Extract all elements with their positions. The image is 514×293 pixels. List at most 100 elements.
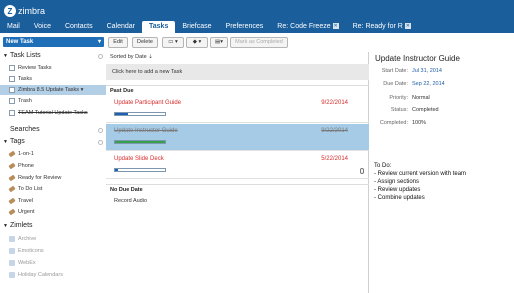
group-no-due-date: No Due Date xyxy=(106,184,369,194)
task-row-selected[interactable]: Update Instructor Guide 9/22/2014 xyxy=(106,124,369,151)
triangle-down-icon[interactable]: ▼ xyxy=(3,53,8,59)
task-row[interactable]: Update Participant Guide 9/22/2014 xyxy=(106,96,369,123)
field-label: Due Date: xyxy=(383,81,408,87)
print-button[interactable]: ▤▾ xyxy=(210,37,228,48)
section-tags[interactable]: ▼ Tags xyxy=(3,138,25,145)
tab-mail[interactable]: Mail xyxy=(0,21,27,33)
sidebar-item-label: To Do List xyxy=(18,186,43,192)
progress-bar xyxy=(114,168,166,172)
mark-completed-button[interactable]: Mark as Completed xyxy=(230,37,288,48)
start-date-link[interactable]: Jul 31, 2014 xyxy=(412,67,442,76)
field-label: Status: xyxy=(390,107,408,113)
chevron-down-icon[interactable]: ▾ xyxy=(81,87,84,93)
app-header: Z zimbra Mail Voice Contacts Calendar Ta… xyxy=(0,0,514,33)
sidebar-item-tag[interactable]: To Do List xyxy=(0,184,106,194)
task-name: Update Instructor Guide xyxy=(114,128,178,134)
section-task-lists[interactable]: ▼ Task Lists xyxy=(3,52,41,59)
tab-briefcase[interactable]: Briefcase xyxy=(175,21,218,33)
sidebar-item-label: Tasks xyxy=(18,76,33,82)
section-title: Zimlets xyxy=(9,222,33,229)
delete-button[interactable]: Delete xyxy=(132,37,158,48)
tag-icon xyxy=(8,150,16,157)
tab-preferences[interactable]: Preferences xyxy=(219,21,271,33)
sidebar-item-tag[interactable]: Ready for Review xyxy=(0,173,106,183)
sidebar-item-label: TEAM Tutorial Update Tasks xyxy=(18,110,88,116)
sort-arrow-icon: ⇣ xyxy=(148,54,153,60)
sidebar-item-label: Phone xyxy=(18,163,34,169)
due-date-link[interactable]: Sep 22, 2014 xyxy=(412,80,445,89)
tab-contacts[interactable]: Contacts xyxy=(58,21,100,33)
task-row[interactable]: Update Slide Deck 5/22/2014 xyxy=(106,152,369,179)
edit-button[interactable]: Edit xyxy=(108,37,128,48)
task-toolbar: Edit Delete ▭ ▾ ◆ ▾ ▤▾ Mark as Completed xyxy=(106,37,514,50)
tag-icon xyxy=(8,162,16,169)
move-button[interactable]: ▭ ▾ xyxy=(162,37,184,48)
sidebar-item-zimlet[interactable]: WebEx xyxy=(0,258,106,268)
tag-button[interactable]: ◆ ▾ xyxy=(186,37,208,48)
gear-icon[interactable] xyxy=(98,128,103,133)
chevron-down-icon[interactable]: ▾ xyxy=(98,37,101,47)
close-icon[interactable]: ✕ xyxy=(404,23,411,30)
progress-fill xyxy=(115,169,118,171)
tab-re-code-freeze[interactable]: Re: Code Freeze ✕ xyxy=(270,21,345,33)
sidebar-item-zimlet[interactable]: Archive xyxy=(0,234,106,244)
field-value: 100% xyxy=(412,120,427,126)
sidebar-item-label: Ready for Review xyxy=(18,175,62,181)
chevron-down-icon: ▾ xyxy=(220,39,223,45)
add-task-input[interactable]: Click here to add a new Task xyxy=(106,64,369,80)
sidebar-item-team-tutorial[interactable]: TEAM Tutorial Update Tasks xyxy=(0,108,106,118)
sidebar-item-tag[interactable]: 1-on-1 xyxy=(0,149,106,159)
detail-field: Completed: 100% xyxy=(370,119,514,128)
tag-icon xyxy=(8,174,16,181)
sidebar-item-label: Review Tasks xyxy=(18,65,52,71)
section-zimlets[interactable]: ▼ Zimlets xyxy=(3,222,33,229)
new-task-button[interactable]: New Task ▾ xyxy=(3,37,104,47)
task-date: 5/22/2014 xyxy=(321,156,348,162)
sidebar-item-tag[interactable]: Phone xyxy=(0,161,106,171)
sidebar: ▼ Task Lists Review Tasks Tasks Zimbra 8.… xyxy=(0,49,106,293)
field-label: Priority: xyxy=(389,95,408,101)
triangle-down-icon[interactable]: ▼ xyxy=(3,223,8,229)
sidebar-item-zimlet[interactable]: Holiday Calendars xyxy=(0,270,106,280)
sidebar-item-review-tasks[interactable]: Review Tasks xyxy=(0,63,106,73)
detail-field: Due Date: Sep 22, 2014 xyxy=(370,80,514,89)
section-searches[interactable]: Searches xyxy=(10,126,40,133)
archive-icon xyxy=(9,235,15,242)
progress-bar xyxy=(114,112,166,116)
sidebar-item-label: Trash xyxy=(18,98,32,104)
tab-tasks[interactable]: Tasks xyxy=(142,21,176,33)
sidebar-item-tag[interactable]: Urgent xyxy=(0,207,106,217)
trash-icon xyxy=(9,97,15,104)
sidebar-item-tag[interactable]: Travel xyxy=(0,196,106,206)
sidebar-item-trash[interactable]: Trash xyxy=(0,96,106,106)
task-row[interactable]: Record Audio xyxy=(114,198,147,204)
gear-icon[interactable] xyxy=(98,140,103,145)
zimbra-logo[interactable]: Z zimbra xyxy=(4,4,45,18)
detail-field: Start Date: Jul 31, 2014 xyxy=(370,67,514,76)
triangle-down-icon[interactable]: ▼ xyxy=(3,139,8,145)
task-notes: To Do: - Review current version with tea… xyxy=(374,162,466,202)
task-detail-title: Update Instructor Guide xyxy=(375,54,460,63)
task-list-icon xyxy=(9,109,15,116)
sidebar-item-tasks[interactable]: Tasks xyxy=(0,74,106,84)
task-date: 9/22/2014 xyxy=(321,100,348,106)
group-past-due: Past Due xyxy=(106,85,369,95)
sidebar-item-zimlet[interactable]: Emoticons xyxy=(0,246,106,256)
sidebar-item-label: 1-on-1 xyxy=(18,151,34,157)
sort-header[interactable]: Sorted by Date ⇣ xyxy=(106,52,369,63)
tab-voice[interactable]: Voice xyxy=(27,21,58,33)
gear-icon[interactable] xyxy=(98,54,103,59)
sidebar-item-label: Emoticons xyxy=(18,248,44,254)
close-icon[interactable]: ✕ xyxy=(332,23,339,30)
detail-field: Priority: Normal xyxy=(370,94,514,103)
sidebar-item-zimbra-update-tasks[interactable]: Zimbra 8.5 Update Tasks ▾ xyxy=(0,85,106,95)
task-list-panel: Sorted by Date ⇣ Click here to add a new… xyxy=(106,52,369,293)
task-detail-panel: Update Instructor Guide Start Date: Jul 3… xyxy=(370,52,514,293)
field-value: Normal xyxy=(412,95,430,101)
sidebar-item-label: Zimbra 8.5 Update Tasks xyxy=(18,87,80,93)
app-tabs: Mail Voice Contacts Calendar Tasks Brief… xyxy=(0,21,418,33)
notes-line: - Assign sections xyxy=(374,179,420,185)
task-list-icon xyxy=(9,64,15,71)
tab-calendar[interactable]: Calendar xyxy=(100,21,142,33)
tab-re-ready-for-r[interactable]: Re: Ready for R ✕ xyxy=(346,21,418,33)
